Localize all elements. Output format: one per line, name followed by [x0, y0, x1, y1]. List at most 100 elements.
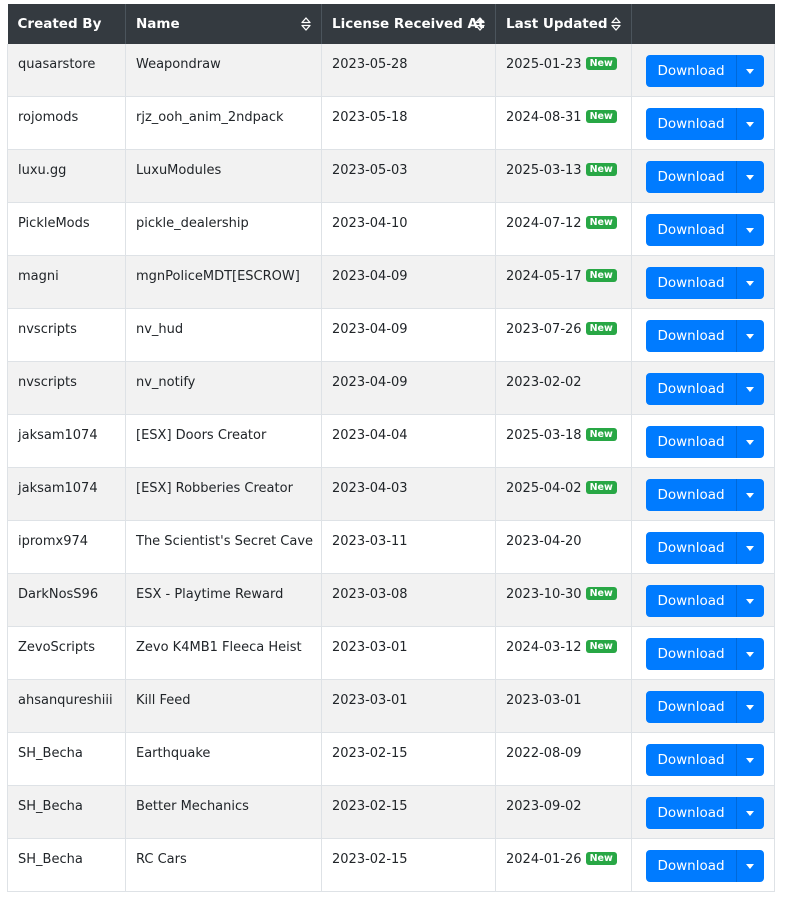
download-button[interactable]: Download [646, 426, 736, 458]
created-by-text: ipromx974 [18, 534, 89, 549]
cell-name: mgnPoliceMDT[ESCROW] [125, 255, 322, 309]
download-dropdown-toggle[interactable] [735, 55, 764, 87]
download-button[interactable]: Download [646, 320, 736, 352]
resource-name-text: nv_notify [136, 375, 196, 390]
caret-down-icon [746, 493, 755, 498]
download-dropdown-toggle[interactable] [735, 373, 764, 405]
new-badge: New [585, 428, 617, 441]
updated-date-value: 2024-05-17 [506, 269, 582, 284]
license-date-text: 2023-05-28 [332, 57, 408, 72]
download-dropdown-toggle[interactable] [735, 850, 764, 882]
download-button[interactable]: Download [646, 585, 736, 617]
caret-down-icon [746, 228, 755, 233]
cell-actions: Download [631, 255, 775, 309]
download-button-group: Download [646, 532, 764, 564]
new-badge: New [585, 640, 617, 653]
updated-date-value: 2025-03-13 [506, 163, 582, 178]
download-dropdown-toggle[interactable] [735, 214, 764, 246]
table-row: PickleMods pickle_dealership 2023-04-10 … [7, 202, 775, 256]
licenses-table: Created By Name License Received At Last… [7, 4, 775, 892]
cell-created-by: luxu.gg [7, 149, 126, 203]
download-button[interactable]: Download [646, 797, 736, 829]
updated-date-text: 2023-02-02 [506, 362, 582, 392]
cell-actions: Download [631, 626, 775, 680]
download-button[interactable]: Download [646, 214, 736, 246]
download-button[interactable]: Download [646, 691, 736, 723]
download-button[interactable]: Download [646, 267, 736, 299]
download-dropdown-toggle[interactable] [735, 161, 764, 193]
cell-name: RC Cars [125, 838, 322, 892]
license-date-text: 2023-04-03 [332, 481, 408, 496]
download-button[interactable]: Download [646, 55, 736, 87]
cell-license-received-at: 2023-03-11 [321, 520, 496, 574]
license-date-text: 2023-03-01 [332, 693, 408, 708]
column-header-label: Created By [17, 16, 102, 32]
cell-created-by: SH_Becha [7, 838, 126, 892]
caret-down-icon [746, 758, 755, 763]
sort-both-icon[interactable] [475, 17, 485, 31]
cell-name: LuxuModules [125, 149, 322, 203]
column-header-license-received-at[interactable]: License Received At [321, 4, 496, 44]
download-button-group: Download [646, 55, 764, 87]
download-button[interactable]: Download [646, 373, 736, 405]
sort-both-icon[interactable] [611, 17, 621, 31]
download-dropdown-toggle[interactable] [735, 744, 764, 776]
download-dropdown-toggle[interactable] [735, 320, 764, 352]
sort-both-icon[interactable] [301, 17, 311, 31]
table-row: jaksam1074 [ESX] Doors Creator 2023-04-0… [7, 414, 775, 468]
license-date-text: 2023-03-08 [332, 587, 408, 602]
table-row: SH_Becha Earthquake 2023-02-15 2022-08-0… [7, 732, 775, 786]
download-button[interactable]: Download [646, 850, 736, 882]
download-dropdown-toggle[interactable] [735, 479, 764, 511]
created-by-text: ahsanqureshiii [18, 693, 113, 708]
download-dropdown-toggle[interactable] [735, 426, 764, 458]
cell-last-updated: 2023-04-20 [495, 520, 632, 574]
caret-down-icon [746, 546, 755, 551]
resource-name-text: Zevo K4MB1 Fleeca Heist [136, 640, 302, 655]
cell-last-updated: 2024-03-12 New [495, 626, 632, 680]
download-dropdown-toggle[interactable] [735, 108, 764, 140]
updated-date-text: 2024-05-17 New [506, 256, 617, 286]
new-badge: New [585, 57, 617, 70]
cell-actions: Download [631, 520, 775, 574]
download-button[interactable]: Download [646, 479, 736, 511]
updated-date-value: 2025-03-18 [506, 428, 582, 443]
download-dropdown-toggle[interactable] [735, 691, 764, 723]
resource-name-text: Kill Feed [136, 693, 191, 708]
table-row: nvscripts nv_notify 2023-04-09 2023-02-0… [7, 361, 775, 415]
updated-date-text: 2024-01-26 New [506, 839, 617, 869]
download-button[interactable]: Download [646, 108, 736, 140]
download-dropdown-toggle[interactable] [735, 797, 764, 829]
caret-down-icon [746, 440, 755, 445]
updated-date-value: 2023-02-02 [506, 375, 582, 390]
download-button[interactable]: Download [646, 532, 736, 564]
license-date-text: 2023-02-15 [332, 746, 408, 761]
cell-created-by: magni [7, 255, 126, 309]
created-by-text: quasarstore [18, 57, 96, 72]
updated-date-text: 2025-03-13 New [506, 150, 617, 180]
updated-date-text: 2024-08-31 New [506, 97, 617, 127]
cell-name: Zevo K4MB1 Fleeca Heist [125, 626, 322, 680]
table-row: ZevoScripts Zevo K4MB1 Fleeca Heist 2023… [7, 626, 775, 680]
updated-date-value: 2024-08-31 [506, 110, 582, 125]
download-button[interactable]: Download [646, 638, 736, 670]
download-dropdown-toggle[interactable] [735, 532, 764, 564]
license-date-text: 2023-05-18 [332, 110, 408, 125]
cell-created-by: jaksam1074 [7, 467, 126, 521]
column-header-last-updated[interactable]: Last Updated [495, 4, 632, 44]
column-header-created-by[interactable]: Created By [7, 4, 126, 44]
download-button[interactable]: Download [646, 161, 736, 193]
created-by-text: jaksam1074 [18, 481, 98, 496]
table-row: SH_Becha Better Mechanics 2023-02-15 202… [7, 785, 775, 839]
download-dropdown-toggle[interactable] [735, 267, 764, 299]
download-dropdown-toggle[interactable] [735, 585, 764, 617]
license-date-text: 2023-02-15 [332, 852, 408, 867]
caret-down-icon [746, 705, 755, 710]
column-header-name[interactable]: Name [125, 4, 322, 44]
download-button[interactable]: Download [646, 744, 736, 776]
download-dropdown-toggle[interactable] [735, 638, 764, 670]
cell-last-updated: 2025-04-02 New [495, 467, 632, 521]
table-body: quasarstore Weapondraw 2023-05-28 2025-0… [7, 44, 775, 892]
column-header-actions [631, 4, 775, 44]
cell-name: nv_hud [125, 308, 322, 362]
